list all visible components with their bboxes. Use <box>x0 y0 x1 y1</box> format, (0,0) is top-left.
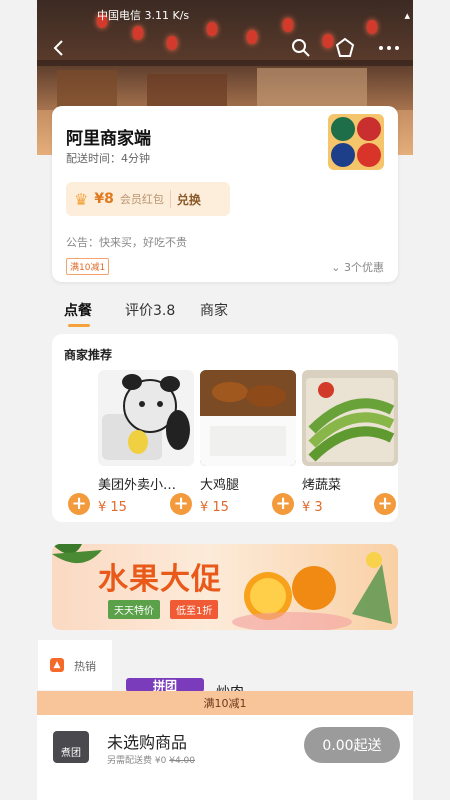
delivery-fee-new: ¥0 <box>154 756 167 766</box>
dish-price: ¥ 15 <box>200 500 229 515</box>
shop-name: 阿里商家端 <box>66 129 151 149</box>
group-buy-tag: 拼团 <box>126 678 204 693</box>
divider <box>169 190 171 208</box>
top-nav-actions <box>286 33 404 63</box>
promo-tag: 满10减1 <box>66 258 110 275</box>
category-hot[interactable]: ▲ 热销 <box>38 640 112 690</box>
add-to-cart-button[interactable]: + <box>68 493 90 515</box>
star-icon[interactable] <box>330 33 360 63</box>
cart-icon[interactable]: 煮团 <box>53 731 89 763</box>
top-nav <box>44 32 404 64</box>
dish-price: ¥ 15 <box>98 500 127 515</box>
cart-bar: 煮团 未选购商品 另需配送费 ¥0 ¥4.00 0.00起送 <box>37 715 413 800</box>
brand-logo-icon <box>331 143 355 167</box>
dish-price: ¥ 3 <box>302 500 323 515</box>
crown-icon: ♛ <box>74 189 89 209</box>
tab-bar: 点餐 评价3.8 商家 <box>52 296 398 332</box>
banner-subtitle: 低至1折 <box>170 600 219 619</box>
member-coupon[interactable]: ♛ ¥8 会员红包 兑换 <box>66 182 230 216</box>
banner-subtitle: 天天特价 <box>108 600 160 619</box>
brand-logo-icon <box>357 143 381 167</box>
more-icon[interactable] <box>374 33 404 63</box>
add-to-cart-button[interactable]: + <box>374 493 396 515</box>
tab-merchant[interactable]: 商家 <box>200 300 228 320</box>
status-bar-icons: ▴ ◠ ▭ <box>404 8 413 22</box>
coupon-label: 会员红包 <box>119 193 164 206</box>
fruit-promo-banner[interactable]: 水果大促 天天特价 低至1折 <box>52 544 398 630</box>
search-icon[interactable] <box>286 33 316 63</box>
dish-image <box>98 370 194 466</box>
promo-bar: 满10减1 <box>37 691 413 715</box>
chevron-down-icon: ⌄ <box>331 261 344 274</box>
status-bar-left: 中国电信 3.11 K/s <box>97 9 190 22</box>
banner-title: 水果大促 <box>98 562 222 597</box>
add-to-cart-button[interactable]: + <box>272 493 294 515</box>
dish-name: 烤蔬菜 <box>302 478 342 493</box>
category-label: 热销 <box>74 660 96 673</box>
delivery-fee: 另需配送费 ¥0 ¥4.00 <box>107 753 195 766</box>
tab-reviews[interactable]: 评价3.8 <box>125 300 175 320</box>
starbucks-logo-icon <box>331 117 355 141</box>
cart-title: 未选购商品 <box>107 733 188 752</box>
coupon-amount: ¥8 <box>94 191 114 207</box>
shop-info-card: 阿里商家端 配送时间：4分钟 ♛ ¥8 会员红包 兑换 公告：快来买，好吃不贵 … <box>52 106 398 282</box>
merchant-recommendations: 商家推荐 美团外卖小… ¥ 15 大鸡腿 ¥ 15 烤蔬菜 ¥ 3 + + + … <box>52 334 398 522</box>
checkout-button[interactable]: 0.00起送 <box>304 727 400 763</box>
status-bar: 中国电信 3.11 K/s ▴ ◠ ▭ <box>97 6 413 24</box>
promo-count-link[interactable]: ⌄ 3个优惠 <box>331 259 384 275</box>
shop-logo <box>328 114 384 170</box>
back-icon[interactable] <box>44 33 74 63</box>
flame-icon: ▲ <box>50 658 64 672</box>
tab-order[interactable]: 点餐 <box>64 300 92 320</box>
brand-logo-icon <box>357 117 381 141</box>
promo-count-label: 3个优惠 <box>344 261 384 274</box>
redeem-button[interactable]: 兑换 <box>177 191 201 208</box>
tab-active-indicator <box>68 324 90 327</box>
dish-name: 大鸡腿 <box>200 478 240 493</box>
delivery-time: 配送时间：4分钟 <box>66 152 150 165</box>
shop-notice: 公告：快来买，好吃不贵 <box>66 236 187 249</box>
dish-name: 美团外卖小… <box>98 478 177 493</box>
delivery-fee-label: 另需配送费 <box>107 756 153 766</box>
section-title: 商家推荐 <box>64 348 113 362</box>
dish-image <box>302 370 398 466</box>
delivery-fee-old: ¥4.00 <box>169 756 195 766</box>
dish-image <box>200 370 296 466</box>
add-to-cart-button[interactable]: + <box>170 493 192 515</box>
